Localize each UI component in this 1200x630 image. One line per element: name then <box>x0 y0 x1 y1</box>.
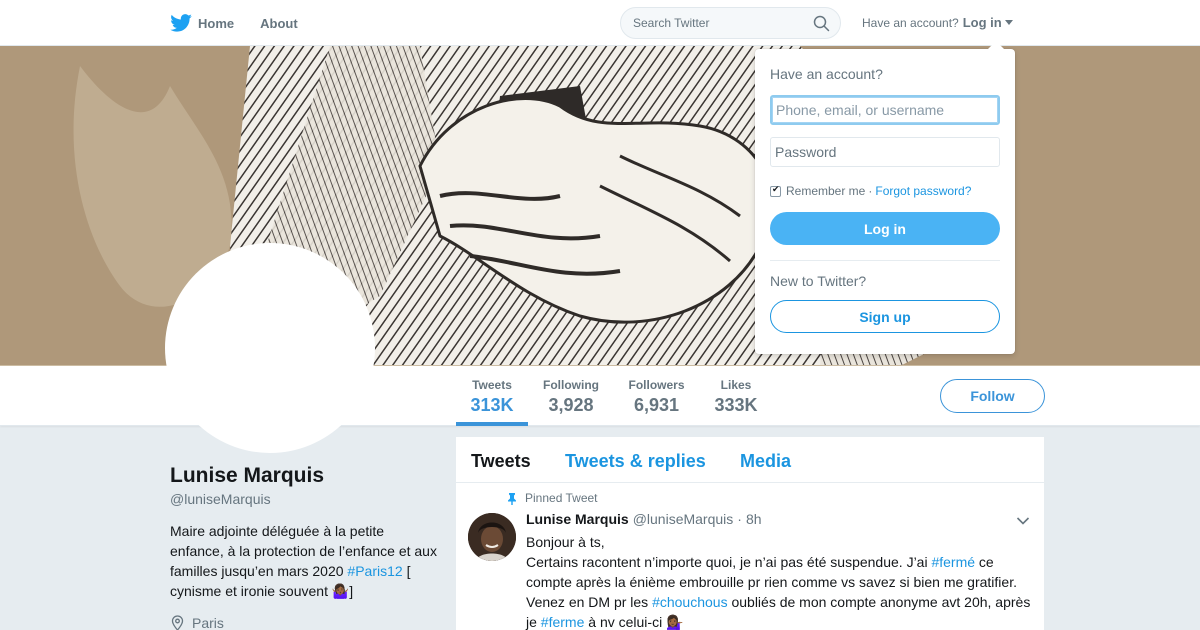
stat-following-value: 3,928 <box>548 395 594 415</box>
tab-tweets-replies[interactable]: Tweets & replies <box>565 451 706 472</box>
dropdown-divider <box>770 260 1000 261</box>
stat-likes-label: Likes <box>720 378 752 392</box>
tweet-header: Lunise Marquis @luniseMarquis · 8h <box>526 511 762 527</box>
chevron-down-icon[interactable] <box>1016 516 1030 526</box>
tweet-body: Certains racontent n’importe quoi, je n’… <box>526 552 1036 630</box>
bio-hashtag[interactable]: #Paris12 <box>347 563 402 579</box>
profile-name[interactable]: Lunise Marquis <box>170 464 324 488</box>
profile-handle: @luniseMarquis <box>170 491 271 507</box>
nav-home[interactable]: Home <box>170 14 234 32</box>
tweet-hashtag-ferme[interactable]: #fermé <box>931 554 975 570</box>
tab-media[interactable]: Media <box>740 451 791 472</box>
remember-label[interactable]: Remember me <box>786 184 865 198</box>
timeline-tabs: Tweets Tweets & replies Media <box>456 437 1044 483</box>
active-stat-underline <box>456 422 528 426</box>
tweet-author-name[interactable]: Lunise Marquis <box>526 511 629 527</box>
stat-following-label: Following <box>543 378 599 392</box>
location-pin-icon <box>171 615 184 630</box>
tweet-dot-separator: · <box>737 511 742 527</box>
forgot-password-link[interactable]: Forgot password? <box>875 184 971 198</box>
account-area: Have an account? Log in <box>862 15 1013 30</box>
stat-followers[interactable]: Followers 6,931 <box>628 378 685 416</box>
tweet-part4: à nv celui-ci 💁🏾‍♀️ <box>584 614 684 630</box>
username-input[interactable] <box>770 95 1000 125</box>
password-input[interactable] <box>770 137 1000 167</box>
stat-tweets-label: Tweets <box>472 378 512 392</box>
tweet-time[interactable]: 8h <box>746 511 762 527</box>
tweet-part1: Certains racontent n’importe quoi, je n’… <box>526 554 932 570</box>
tweet-text: Bonjour à ts, Certains racontent n’impor… <box>526 532 1036 630</box>
login-menu-toggle[interactable]: Log in <box>963 15 1013 30</box>
new-to-twitter-text: New to Twitter? <box>770 273 867 289</box>
remember-checkbox[interactable] <box>770 184 781 197</box>
stat-followers-label: Followers <box>628 378 685 392</box>
timeline: Tweets Tweets & replies Media Pinned Twe… <box>456 437 1044 630</box>
twitter-bird-icon <box>170 14 192 32</box>
search-input[interactable] <box>633 16 803 30</box>
pin-icon <box>508 492 516 505</box>
stat-tweets-value: 313K <box>470 395 514 415</box>
stat-likes[interactable]: Likes 333K <box>714 378 758 416</box>
tweet-author-handle[interactable]: @luniseMarquis <box>633 511 734 527</box>
top-nav: Home About Have an account? Log in <box>0 0 1200 46</box>
dropdown-arrow <box>988 41 1004 49</box>
location-text: Paris <box>192 615 224 630</box>
remember-separator: · <box>868 184 873 198</box>
stat-following[interactable]: Following 3,928 <box>543 378 599 416</box>
tweet-line1: Bonjour à ts, <box>526 534 605 550</box>
search-icon[interactable] <box>813 15 830 32</box>
nav-about-label: About <box>260 15 298 31</box>
login-dropdown: Have an account? Remember me · Forgot pa… <box>755 41 1015 354</box>
tab-tweets[interactable]: Tweets <box>471 451 531 472</box>
stat-likes-value: 333K <box>714 395 758 415</box>
login-menu-label: Log in <box>962 15 1002 30</box>
nav-left: Home About <box>170 0 324 46</box>
pinned-text: Pinned Tweet <box>525 491 598 505</box>
search-box <box>620 7 841 39</box>
login-button[interactable]: Log in <box>770 212 1000 245</box>
pinned-label: Pinned Tweet <box>506 491 598 505</box>
profile-location: Paris <box>170 615 224 630</box>
nav-about[interactable]: About <box>260 16 298 31</box>
caret-down-icon <box>1004 20 1013 25</box>
tweet-avatar[interactable] <box>468 513 516 561</box>
remember-row: Remember me · Forgot password? <box>770 184 971 198</box>
stat-tweets[interactable]: Tweets 313K <box>470 378 514 416</box>
tweet-hashtag-ferme-2[interactable]: #ferme <box>541 614 585 630</box>
dropdown-heading: Have an account? <box>770 66 883 82</box>
tweet-avatar-image <box>468 513 516 561</box>
have-account-text: Have an account? <box>862 15 959 30</box>
profile-avatar[interactable] <box>165 243 375 453</box>
pinned-tweet[interactable]: Pinned Tweet Lunise Marquis @luniseMarqu… <box>456 483 1044 630</box>
stat-followers-value: 6,931 <box>633 395 680 415</box>
follow-button[interactable]: Follow <box>940 379 1045 413</box>
tweet-hashtag-chouchous[interactable]: #chouchous <box>652 594 728 610</box>
nav-home-label: Home <box>198 15 235 31</box>
signup-button[interactable]: Sign up <box>770 300 1000 333</box>
profile-bio: Maire adjointe déléguée à la petite enfa… <box>170 521 440 601</box>
